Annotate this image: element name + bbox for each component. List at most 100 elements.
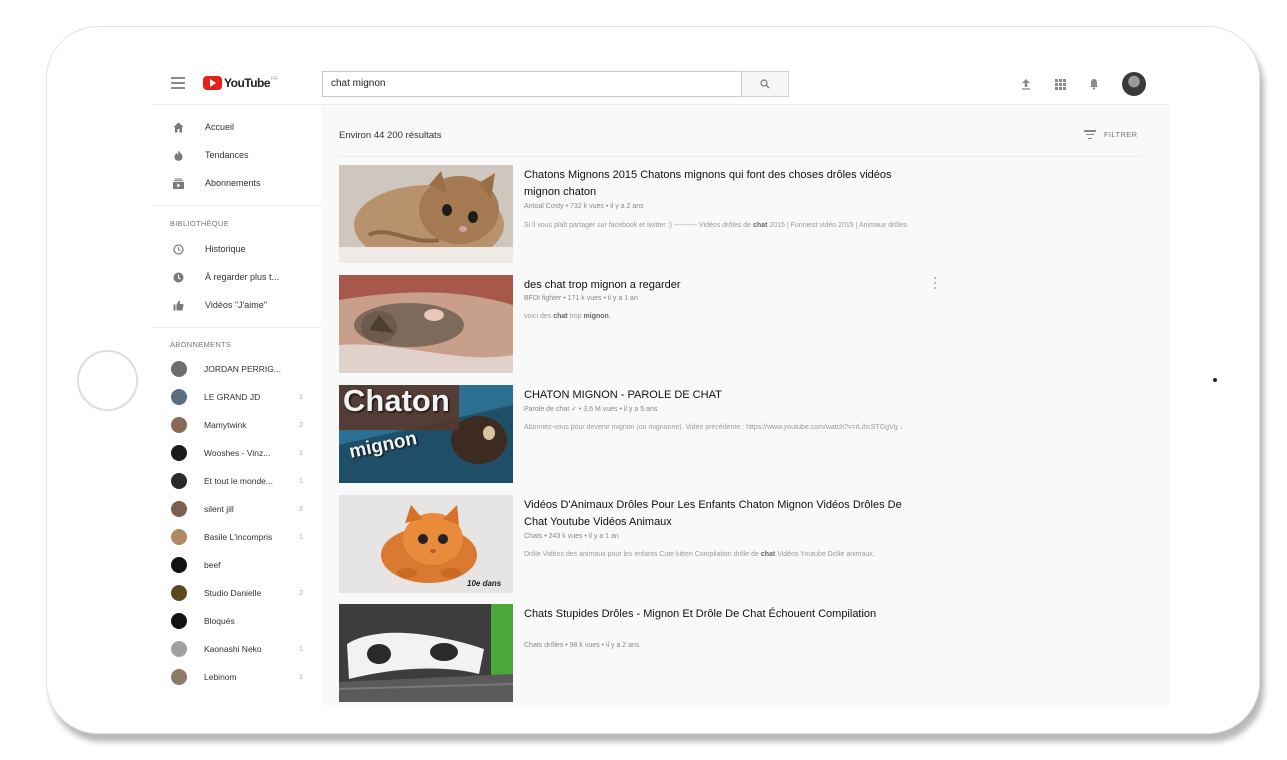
- video-title[interactable]: des chat trop mignon a regarder: [524, 277, 924, 294]
- unread-count: 1: [299, 393, 303, 401]
- sidebar-item-label: À regarder plus t...: [205, 272, 280, 282]
- video-title[interactable]: Vidéos D'Animaux Drôles Pour Les Enfants…: [524, 497, 924, 531]
- video-title[interactable]: Chatons Mignons 2015 Chatons mignons qui…: [524, 167, 924, 201]
- channel-name: Et tout le monde...: [204, 476, 273, 486]
- unread-count: 1: [299, 477, 303, 485]
- channel-avatar: [171, 361, 187, 377]
- video-result[interactable]: Chaton mignon CHATON MIGNON - PAROLE DE …: [339, 385, 959, 485]
- channel-avatar: [171, 445, 187, 461]
- menu-icon[interactable]: [171, 77, 185, 89]
- filter-button[interactable]: FILTRER: [1084, 130, 1138, 139]
- unread-count: 2: [299, 589, 303, 597]
- video-result[interactable]: Chats Stupides Drôles - Mignon Et Drôle …: [339, 604, 959, 704]
- sidebar-divider: [153, 205, 321, 206]
- channel-name: Basile L'incompris: [204, 532, 273, 542]
- subscription-item[interactable]: Mamytwink 2: [153, 411, 321, 439]
- video-description: Abonnez-vous pour devenir mignon (ou mig…: [524, 424, 904, 431]
- unread-count: 2: [299, 421, 303, 429]
- sidebar: Accueil Tendances Abonnements BIBLIOTHÈQ…: [153, 105, 321, 705]
- subscription-item[interactable]: Lebinom 1: [153, 663, 321, 691]
- video-meta: Parole de chat ✓ • 3,6 M vues • il y a 5…: [524, 406, 658, 413]
- logo-region: FR: [271, 76, 278, 82]
- masthead: YouTube FR chat mignon: [153, 63, 1170, 105]
- channel-name: LE GRAND JD: [204, 392, 261, 402]
- result-count: Environ 44 200 résultats: [339, 130, 442, 141]
- sidebar-item-watch-later[interactable]: À regarder plus t...: [153, 263, 321, 291]
- video-result[interactable]: Chatons Mignons 2015 Chatons mignons qui…: [339, 165, 959, 265]
- more-options-icon[interactable]: [933, 277, 937, 289]
- sidebar-item-label: Accueil: [205, 122, 235, 132]
- apps-icon[interactable]: [1053, 77, 1067, 91]
- bell-icon[interactable]: [1087, 77, 1101, 91]
- camera-dot: [1213, 378, 1217, 382]
- channel-avatar: [171, 669, 187, 685]
- sidebar-item-history[interactable]: Historique: [153, 235, 321, 263]
- channel-name: beef: [204, 560, 221, 570]
- youtube-logo[interactable]: YouTube FR: [203, 76, 278, 90]
- channel-avatar: [171, 529, 187, 545]
- flame-icon: [171, 148, 185, 162]
- sidebar-item-subscriptions[interactable]: Abonnements: [153, 169, 321, 197]
- sidebar-item-label: Historique: [205, 244, 246, 254]
- channel-avatar: [171, 641, 187, 657]
- channel-avatar: [171, 585, 187, 601]
- sidebar-item-label: Tendances: [205, 150, 249, 160]
- channel-avatar: [171, 557, 187, 573]
- filter-icon: [1084, 130, 1096, 139]
- video-meta: Chats • 243 k vues • il y a 1 an: [524, 533, 619, 540]
- channel-avatar: [171, 417, 187, 433]
- sidebar-item-label: Vidéos "J'aime": [205, 300, 267, 310]
- channel-name: silent jill: [204, 504, 234, 514]
- results-divider: [339, 156, 1143, 157]
- unread-count: 1: [299, 533, 303, 541]
- search-input[interactable]: chat mignon: [322, 71, 742, 97]
- clock-icon: [171, 270, 185, 284]
- subscription-item[interactable]: Basile L'incompris 1: [153, 523, 321, 551]
- subscriptions-heading: ABONNEMENTS: [170, 340, 232, 349]
- channel-name: Kaonashi Neko: [204, 644, 262, 654]
- subscription-item[interactable]: Kaonashi Neko 1: [153, 635, 321, 663]
- video-result[interactable]: des chat trop mignon a regarder BFDI fig…: [339, 275, 959, 375]
- thumbnail-text: Chaton: [343, 385, 450, 418]
- subscription-item[interactable]: Studio Danielle 2: [153, 579, 321, 607]
- video-thumbnail[interactable]: Chaton mignon: [339, 385, 513, 483]
- video-meta: Chats drôles • 98 k vues • il y a 2 ans: [524, 642, 640, 649]
- video-meta: Antoal Costy • 732 k vues • il y a 2 ans: [524, 203, 644, 210]
- channel-name: Lebinom: [204, 672, 237, 682]
- video-thumbnail[interactable]: [339, 165, 513, 263]
- subscription-item[interactable]: Et tout le monde... 1: [153, 467, 321, 495]
- video-thumbnail[interactable]: 10e dans: [339, 495, 513, 593]
- filter-label: FILTRER: [1104, 130, 1138, 139]
- unread-count: 1: [299, 673, 303, 681]
- search-button[interactable]: [741, 71, 789, 97]
- video-thumbnail[interactable]: [339, 604, 513, 702]
- channel-name: Studio Danielle: [204, 588, 262, 598]
- logo-text: YouTube: [224, 76, 271, 90]
- sidebar-item-liked-videos[interactable]: Vidéos "J'aime": [153, 291, 321, 319]
- video-meta: BFDI fighter • 171 k vues • il y a 1 an: [524, 295, 638, 302]
- subscription-item[interactable]: Wooshes - Vinz... 1: [153, 439, 321, 467]
- video-description: Si il vous plaît partager sur facebook e…: [524, 222, 908, 229]
- subscription-item[interactable]: silent jill 3: [153, 495, 321, 523]
- video-title[interactable]: Chats Stupides Drôles - Mignon Et Drôle …: [524, 606, 924, 623]
- subscription-item[interactable]: Bloqués: [153, 607, 321, 635]
- avatar[interactable]: [1122, 72, 1146, 96]
- video-result[interactable]: 10e dans Vidéos D'Animaux Drôles Pour Le…: [339, 495, 959, 595]
- home-button[interactable]: [77, 350, 138, 411]
- play-logo-icon: [203, 76, 222, 90]
- video-thumbnail[interactable]: [339, 275, 513, 373]
- sidebar-item-home[interactable]: Accueil: [153, 113, 321, 141]
- channel-name: JORDAN PERRIG...: [204, 364, 281, 374]
- subscriptions-icon: [171, 176, 185, 190]
- unread-count: 1: [299, 449, 303, 457]
- video-title[interactable]: CHATON MIGNON - PAROLE DE CHAT: [524, 387, 924, 404]
- sidebar-divider: [153, 327, 321, 328]
- subscription-item[interactable]: JORDAN PERRIG...: [153, 355, 321, 383]
- subscription-item[interactable]: beef: [153, 551, 321, 579]
- search-icon: [760, 79, 770, 89]
- thumbnail-caption: 10e dans: [467, 579, 502, 588]
- upload-icon[interactable]: [1019, 77, 1033, 91]
- subscription-item[interactable]: LE GRAND JD 1: [153, 383, 321, 411]
- channel-name: Mamytwink: [204, 420, 247, 430]
- sidebar-item-trending[interactable]: Tendances: [153, 141, 321, 169]
